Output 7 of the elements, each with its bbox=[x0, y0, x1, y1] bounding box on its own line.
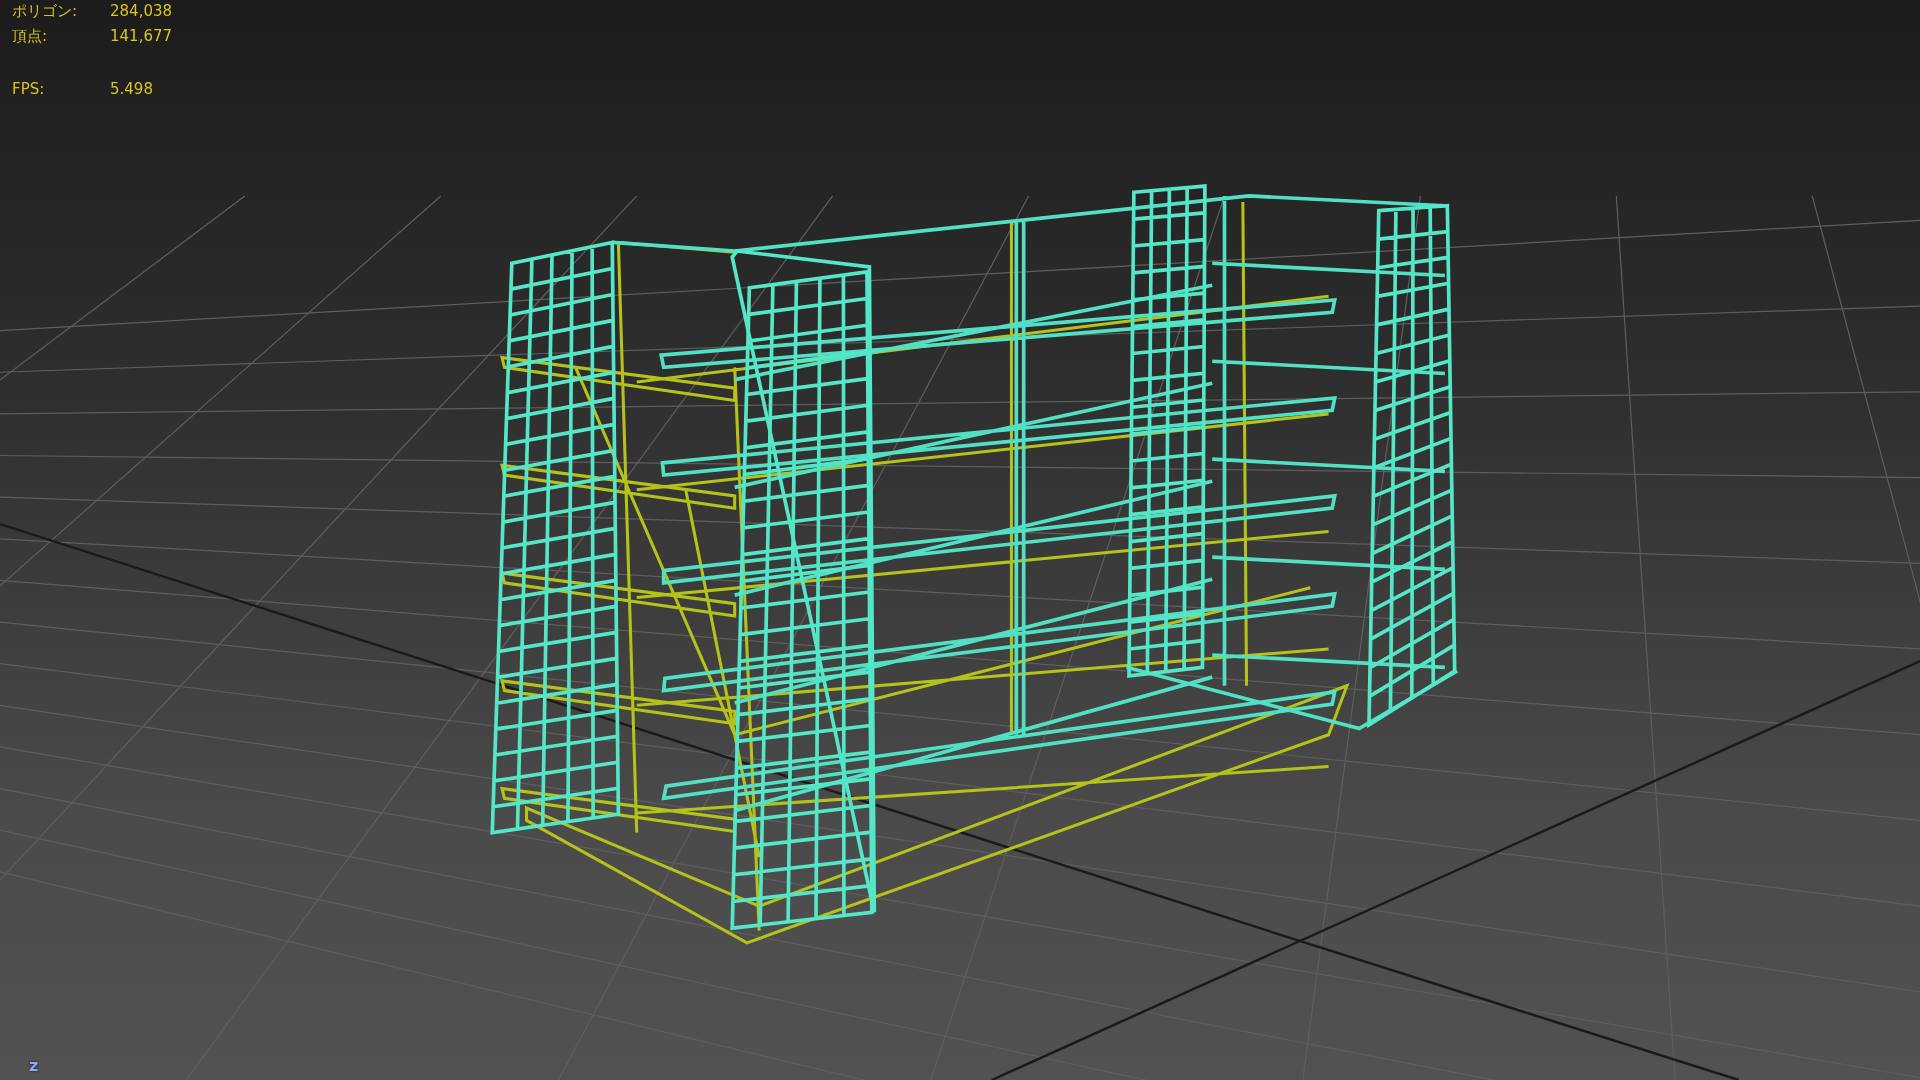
stat-label: FPS: bbox=[12, 80, 46, 98]
stat-label: 頂点: bbox=[12, 27, 49, 46]
stat-value: 5.498 bbox=[110, 80, 154, 98]
axis-label: z bbox=[29, 1056, 39, 1075]
stat-value: 141,677 bbox=[110, 27, 173, 46]
stat-label: ポリゴン: bbox=[12, 2, 79, 21]
stat-value: 284,038 bbox=[110, 2, 173, 21]
